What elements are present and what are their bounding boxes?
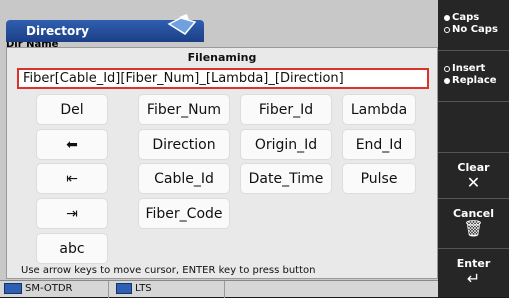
lambda-key[interactable]: Lambda [343,95,415,124]
end-key[interactable]: ⇥ [37,199,107,228]
cable-id-key[interactable]: Cable_Id [139,164,229,193]
insert-radio-icon [444,66,450,72]
right-softkey-panel: Caps No Caps Insert Replace Clear ✕ Canc… [438,0,509,297]
filename-input[interactable]: Fiber[Cable_Id][Fiber_Num]_[Lambda]_[Dir… [17,68,429,89]
folder-icon [165,14,199,36]
date-time-key[interactable]: Date_Time [241,164,331,193]
lts-icon [116,283,132,294]
del-key[interactable]: Del [37,95,107,124]
origin-id-key[interactable]: Origin_Id [241,130,331,159]
end-arrow-icon: ⇥ [66,205,78,222]
no-caps-option[interactable]: No Caps [438,24,509,36]
no-caps-radio-icon [444,27,450,33]
mode-indicator: LTS [116,283,152,294]
direction-key[interactable]: Direction [139,130,229,159]
end-id-key[interactable]: End_Id [343,130,415,159]
fiber-code-key[interactable]: Fiber_Code [139,199,229,228]
backspace-key[interactable]: ⬅ [37,130,107,159]
home-key[interactable]: ⇤ [37,164,107,193]
enter-button[interactable]: Enter ↵ [438,249,509,297]
backspace-arrow-icon: ⬅ [66,136,78,153]
case-toggle[interactable]: Caps No Caps [438,0,509,51]
caps-option[interactable]: Caps [438,12,509,24]
screen: Directory Dir Name Filenaming Fiber[Cabl… [0,0,509,298]
home-arrow-icon: ⇤ [66,170,78,187]
dialog-title: Filenaming [187,51,257,64]
module-icon [4,283,22,294]
cancel-button[interactable]: Cancel 🗑 [438,199,509,249]
status-separator [108,281,109,298]
replace-option[interactable]: Replace [438,75,509,87]
enter-arrow-icon: ↵ [466,269,481,288]
fiber-id-key[interactable]: Fiber_Id [241,95,331,124]
replace-radio-icon [444,78,450,84]
insert-option[interactable]: Insert [438,63,509,75]
pulse-key[interactable]: Pulse [343,164,415,193]
trash-icon: 🗑 [463,219,484,238]
module-indicator: SM-OTDR [4,283,73,294]
status-separator [224,281,225,298]
help-hint: Use arrow keys to move cursor, ENTER key… [21,265,316,276]
filenaming-dialog: Filenaming Fiber[Cable_Id][Fiber_Num]_[L… [6,47,438,279]
fiber-num-key[interactable]: Fiber_Num [139,95,229,124]
directory-title: Directory [26,24,89,38]
close-icon: ✕ [466,173,481,192]
clear-button[interactable]: Clear ✕ [438,153,509,199]
abc-key[interactable]: abc [37,234,107,263]
mode-toggle[interactable]: Insert Replace [438,51,509,102]
blank-softkey[interactable] [438,102,509,153]
status-bar: SM-OTDR LTS [0,280,438,298]
caps-radio-icon [444,15,450,21]
